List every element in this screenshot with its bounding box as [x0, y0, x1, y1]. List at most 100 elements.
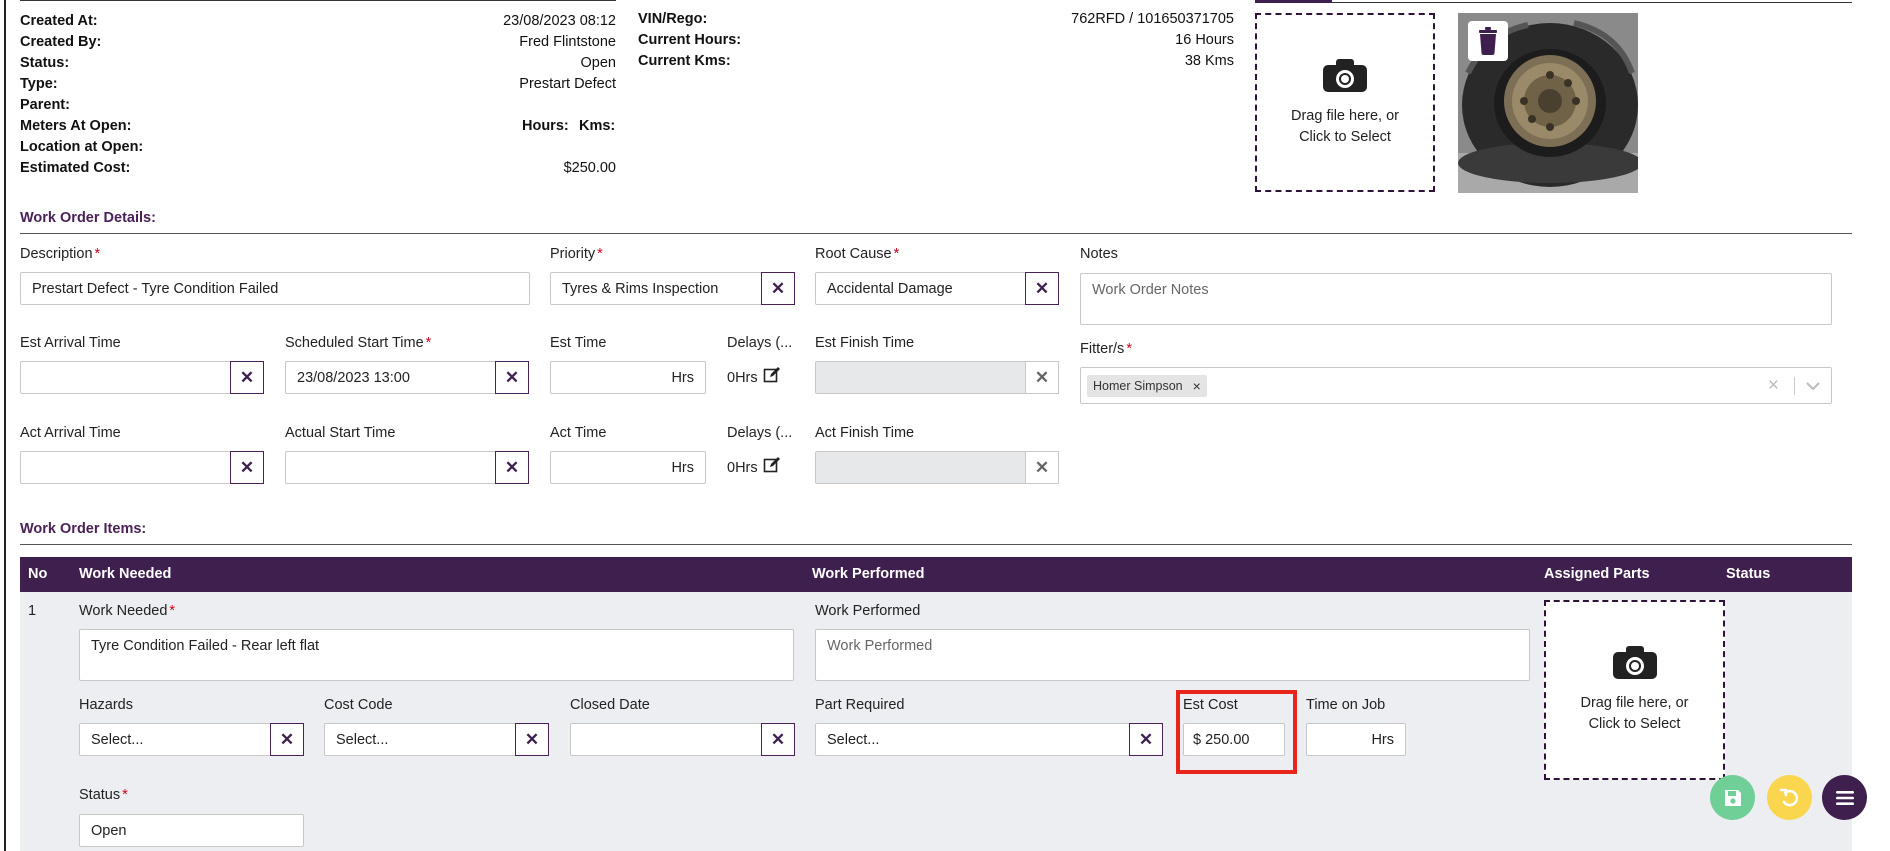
- cost-code-clear-button[interactable]: ✕: [515, 723, 549, 756]
- edit-act-delays-button[interactable]: [763, 456, 781, 478]
- uploaded-photo-thumbnail[interactable]: [1458, 13, 1638, 193]
- row-number: 1: [28, 603, 37, 619]
- closed-date-clear-button[interactable]: ✕: [761, 723, 795, 756]
- close-icon: ✕: [1034, 457, 1050, 477]
- details-rule: [20, 233, 1852, 234]
- menu-button[interactable]: [1822, 775, 1867, 820]
- save-button[interactable]: [1710, 775, 1755, 820]
- act-finish-input: [815, 451, 1027, 484]
- hazards-select[interactable]: Select...: [79, 723, 272, 756]
- time-on-job-input[interactable]: Hrs: [1306, 723, 1406, 756]
- est-arrival-input[interactable]: [20, 361, 232, 394]
- clear-all-icon[interactable]: ×: [1768, 375, 1779, 397]
- root-cause-label: Root Cause *: [815, 246, 900, 262]
- description-label: Description *: [20, 246, 101, 262]
- page-border: [4, 0, 6, 851]
- select-separator: [1794, 377, 1795, 395]
- estimated-cost-value: $250.00: [563, 160, 616, 176]
- type-label: Type:: [20, 76, 58, 92]
- root-cause-clear-button[interactable]: ✕: [1025, 272, 1059, 305]
- priority-clear-button[interactable]: ✕: [761, 272, 795, 305]
- trash-icon: [1479, 27, 1497, 55]
- dropzone-text-2: Click to Select: [1588, 716, 1681, 732]
- act-delays-label: Delays (...: [727, 425, 793, 441]
- photo-dropzone[interactable]: Drag file here, or Click to Select: [1255, 13, 1435, 192]
- fitters-multiselect[interactable]: Homer Simpson × ×: [1080, 367, 1832, 404]
- act-arrival-input[interactable]: [20, 451, 232, 484]
- top-rule: [20, 0, 616, 1]
- created-at-label: Created At:: [20, 13, 98, 29]
- actual-start-label: Actual Start Time: [285, 425, 396, 441]
- cost-code-label: Cost Code: [324, 697, 393, 713]
- remove-chip-button[interactable]: ×: [1193, 378, 1201, 394]
- current-kms-label: Current Kms:: [638, 53, 731, 69]
- item-status-select[interactable]: Open: [79, 814, 304, 847]
- fitters-label: Fitter/s *: [1080, 341, 1132, 357]
- work-performed-textarea[interactable]: Work Performed: [815, 629, 1530, 681]
- act-arrival-label: Act Arrival Time: [20, 425, 121, 441]
- act-finish-label: Act Finish Time: [815, 425, 915, 441]
- undo-icon: [1779, 788, 1798, 806]
- items-rule: [20, 544, 1852, 545]
- priority-select[interactable]: Tyres & Rims Inspection: [550, 272, 762, 305]
- close-icon: ✕: [504, 457, 520, 477]
- close-icon: ✕: [239, 457, 255, 477]
- est-arrival-clear-button[interactable]: ✕: [230, 361, 264, 394]
- items-table-header: No Work Needed Work Performed Assigned P…: [20, 557, 1852, 592]
- hrs-suffix: Hrs: [1371, 731, 1394, 748]
- col-work-performed: Work Performed: [812, 566, 925, 582]
- location-at-open-label: Location at Open:: [20, 139, 144, 155]
- edit-delays-button[interactable]: [763, 366, 781, 388]
- edit-icon: [763, 457, 780, 473]
- dropzone-text-1: Drag file here, or: [1291, 107, 1399, 124]
- est-finish-clear-button[interactable]: ✕: [1025, 361, 1059, 394]
- cost-code-select[interactable]: Select...: [324, 723, 517, 756]
- work-needed-label: Work Needed *: [79, 603, 176, 619]
- notes-textarea[interactable]: Work Order Notes: [1080, 273, 1832, 325]
- work-needed-textarea[interactable]: Tyre Condition Failed - Rear left flat: [79, 629, 794, 681]
- est-cost-input[interactable]: $ 250.00: [1183, 723, 1285, 756]
- status-label: Status:: [20, 55, 70, 71]
- scheduled-start-input[interactable]: 23/08/2023 13:00: [285, 361, 497, 394]
- actual-start-clear-button[interactable]: ✕: [495, 451, 529, 484]
- act-arrival-clear-button[interactable]: ✕: [230, 451, 264, 484]
- closed-date-input[interactable]: [570, 723, 763, 756]
- act-time-input[interactable]: Hrs: [550, 451, 706, 484]
- fitter-chip: Homer Simpson ×: [1087, 374, 1207, 397]
- item-status-label: Status *: [79, 787, 128, 803]
- created-by-value: Fred Flintstone: [519, 34, 616, 50]
- actual-start-input[interactable]: [285, 451, 497, 484]
- col-status: Status: [1726, 566, 1771, 582]
- created-by-label: Created By:: [20, 34, 102, 50]
- closed-date-label: Closed Date: [570, 697, 650, 713]
- est-cost-label: Est Cost: [1183, 697, 1238, 713]
- camera-icon: [1612, 645, 1657, 679]
- close-icon: ✕: [1138, 729, 1154, 749]
- dropzone-text-1: Drag file here, or: [1580, 695, 1689, 711]
- part-required-clear-button[interactable]: ✕: [1129, 723, 1163, 756]
- est-finish-label: Est Finish Time: [815, 335, 915, 351]
- root-cause-select[interactable]: Accidental Damage: [815, 272, 1027, 305]
- type-value: Prestart Defect: [519, 76, 616, 92]
- delays-value: 0Hrs: [727, 370, 758, 386]
- meters-at-open-label: Meters At Open:: [20, 118, 132, 134]
- close-icon: ✕: [1034, 367, 1050, 387]
- dropzone-text-2: Click to Select: [1299, 128, 1391, 145]
- top-rule-right: [1255, 2, 1852, 3]
- est-time-input[interactable]: Hrs: [550, 361, 706, 394]
- notes-label: Notes: [1080, 246, 1118, 262]
- undo-button[interactable]: [1767, 775, 1812, 820]
- priority-label: Priority *: [550, 246, 603, 262]
- current-kms-value: 38 Kms: [1184, 53, 1234, 69]
- delete-photo-button[interactable]: [1468, 21, 1508, 61]
- chevron-down-icon[interactable]: [1806, 381, 1820, 391]
- act-finish-clear-button[interactable]: ✕: [1025, 451, 1059, 484]
- hazards-clear-button[interactable]: ✕: [270, 723, 304, 756]
- camera-icon: [1323, 58, 1367, 92]
- part-required-select[interactable]: Select...: [815, 723, 1131, 756]
- parts-photo-dropzone[interactable]: Drag file here, or Click to Select: [1544, 600, 1725, 780]
- est-finish-input: [815, 361, 1027, 394]
- close-icon: ✕: [504, 367, 520, 387]
- description-input[interactable]: Prestart Defect - Tyre Condition Failed: [20, 272, 530, 305]
- scheduled-start-clear-button[interactable]: ✕: [495, 361, 529, 394]
